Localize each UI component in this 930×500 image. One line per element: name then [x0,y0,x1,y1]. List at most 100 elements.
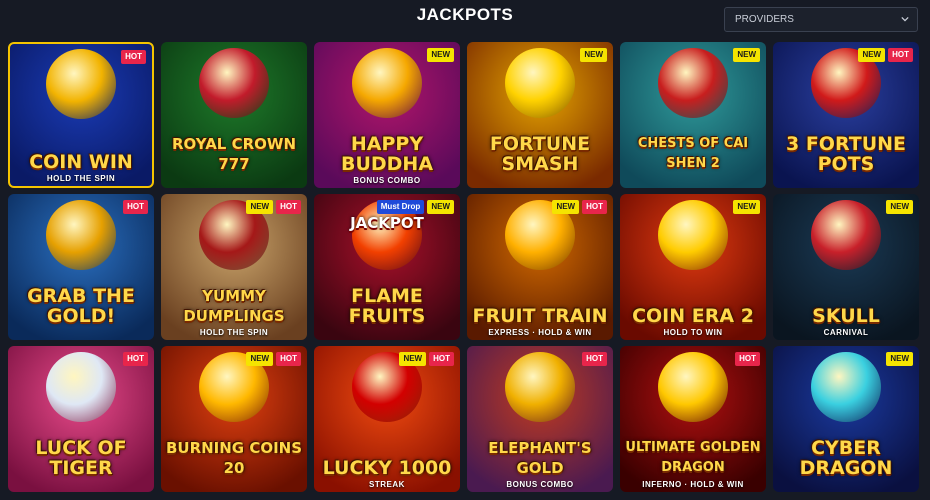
hot-badge: HOT [276,200,301,214]
game-emblem-icon [46,48,116,119]
new-badge: NEW [246,352,274,366]
new-badge: NEW [552,200,580,214]
badge-group: NEW HOT [246,352,301,366]
hot-badge: HOT [429,352,454,366]
badge-group: HOT [123,352,148,366]
new-badge: NEW [733,200,760,214]
chevron-down-icon [901,16,909,22]
game-emblem-icon [658,47,728,118]
new-badge: NEW [858,48,886,62]
game-tile[interactable]: Fortune SMASH NEW [467,42,613,188]
header: JACKPOTS PROVIDERS [0,0,930,38]
game-tile[interactable]: GRAB THE GOLD! HOT [8,194,154,340]
badge-group: NEW [886,352,913,366]
game-tile[interactable]: Lucky 1000 STREAK NEW HOT [314,346,460,492]
game-subtitle: HOLD TO WIN [663,328,723,337]
badge-group: NEW [733,200,760,214]
game-tile[interactable]: COIN WIN HOLD THE SPIN HOT [8,42,154,188]
game-title: HAPPY BUDDHA [340,133,434,175]
games-grid: COIN WIN HOLD THE SPIN HOT ROYAL CROWN 777 H… [8,42,922,494]
game-emblem-icon [46,351,116,422]
game-subtitle: EXPRESS · HOLD & WIN [488,328,592,337]
hot-badge: HOT [888,48,913,62]
game-tile[interactable]: YUMMY DUMPLINGS HOLD THE SPIN NEW HOT [161,194,307,340]
must-drop-badge: Must Drop [376,200,425,214]
game-tile[interactable]: 3 FORTUNE POTS NEW HOT [773,42,919,188]
game-title: ROYAL CROWN 777 [172,135,296,173]
game-emblem-icon [811,351,881,422]
hot-badge: HOT [123,352,148,366]
badge-group: NEW HOT [399,352,454,366]
game-emblem-icon [811,199,881,270]
new-badge: NEW [399,352,427,366]
game-tile[interactable]: CYBER DRAGON NEW [773,346,919,492]
game-title: ELEPHANT'S GOLD [488,439,592,477]
hot-badge: HOT [121,50,146,64]
badge-group: NEW [733,48,760,62]
game-title: Fortune SMASH [489,133,591,175]
new-badge: NEW [886,200,913,214]
hot-badge: HOT [582,352,607,366]
game-title: YUMMY DUMPLINGS [183,287,285,325]
game-title: Chests of CAI SHEN 2 [637,136,749,171]
game-title: GRAB THE GOLD! [27,285,135,327]
game-tile[interactable]: SKULL CARNIVAL NEW [773,194,919,340]
badge-group: NEW [886,200,913,214]
game-title: Lucky 1000 [322,457,452,479]
new-badge: NEW [733,48,760,62]
game-tile[interactable]: LUCK of TIGER HOT [8,346,154,492]
new-badge: NEW [246,200,274,214]
providers-label: PROVIDERS [735,14,794,25]
badge-group: NEW [580,48,607,62]
game-subtitle: BONUS COMBO [353,176,421,185]
game-tile[interactable]: ELEPHANT'S GOLD BONUS COMBO HOT [467,346,613,492]
game-subtitle: STREAK [369,480,405,489]
game-title: 3 FORTUNE POTS [785,133,906,175]
game-emblem-icon [505,47,575,118]
game-emblem-icon [658,199,728,270]
badge-group: NEW [427,48,454,62]
game-title: FLAME FRUITS [348,285,426,327]
game-emblem-icon [352,47,422,118]
game-subtitle: HOLD THE SPIN [46,174,116,183]
badge-group: HOT [121,50,146,64]
badge-group: HOT [582,352,607,366]
game-title: FRUIT TRAIN [472,305,608,327]
game-tile[interactable]: BURNING COINS 20 NEW HOT [161,346,307,492]
badge-group: Must Drop NEW [376,200,454,214]
hot-badge: HOT [735,352,760,366]
game-tile[interactable]: Chests of CAI SHEN 2 NEW [620,42,766,188]
new-badge: NEW [427,48,454,62]
providers-dropdown[interactable]: PROVIDERS [724,7,918,32]
badge-group: NEW HOT [858,48,913,62]
game-emblem-icon [658,351,728,422]
game-title: COIN ERA 2 [632,305,754,327]
game-subtitle: CARNIVAL [823,328,869,337]
game-title: COIN WIN [29,151,133,173]
game-emblem-icon [199,47,269,118]
badge-group: HOT [123,200,148,214]
game-subtitle: INFERNO · HOLD & WIN [642,480,744,489]
game-tile[interactable]: ROYAL CROWN 777 [161,42,307,188]
game-tile[interactable]: HAPPY BUDDHA BONUS COMBO NEW [314,42,460,188]
game-title: ULTIMATE GOLDEN DRAGON [625,440,761,475]
game-subtitle: BONUS COMBO [506,480,574,489]
new-badge: NEW [427,200,454,214]
game-title: LUCK of TIGER [35,437,127,479]
game-emblem-icon [46,199,116,270]
game-title: BURNING COINS 20 [165,439,303,477]
game-tile[interactable]: FRUIT TRAIN EXPRESS · HOLD & WIN NEW HOT [467,194,613,340]
badge-group: NEW HOT [552,200,607,214]
game-title: CYBER DRAGON [799,437,893,479]
game-tile[interactable]: JACKPOT FLAME FRUITS Must Drop NEW [314,194,460,340]
game-emblem-icon [505,351,575,422]
game-topline: JACKPOT [350,214,424,232]
hot-badge: HOT [123,200,148,214]
new-badge: NEW [580,48,607,62]
badge-group: NEW HOT [246,200,301,214]
badge-group: HOT [735,352,760,366]
new-badge: NEW [886,352,913,366]
game-tile[interactable]: ULTIMATE GOLDEN DRAGON INFERNO · HOLD & W… [620,346,766,492]
game-tile[interactable]: COIN ERA 2 HOLD TO WIN NEW [620,194,766,340]
hot-badge: HOT [582,200,607,214]
